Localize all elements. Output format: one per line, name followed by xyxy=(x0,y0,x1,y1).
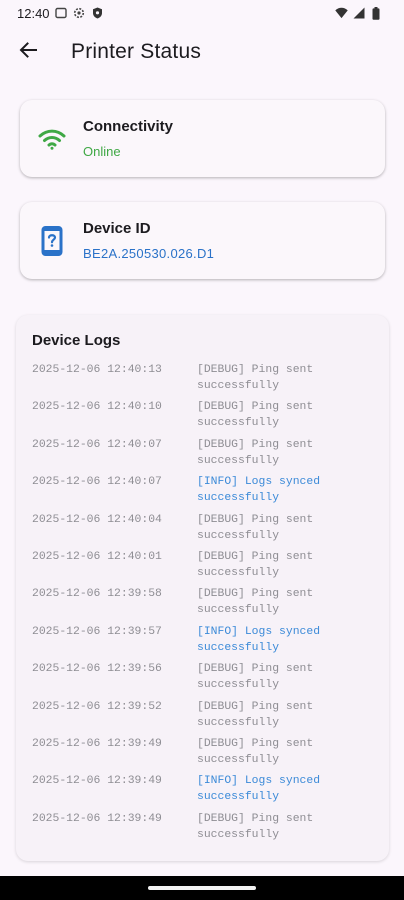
log-message: [DEBUG] Ping sent successfully xyxy=(197,438,314,467)
status-bar-right xyxy=(335,6,382,20)
connectivity-text: Connectivity Online xyxy=(83,118,173,159)
log-timestamp: 2025-12-06 12:39:49 xyxy=(32,737,162,750)
log-timestamp: 2025-12-06 12:39:57 xyxy=(32,625,162,638)
device-id-value: BE2A.250530.026.D1 xyxy=(83,246,215,261)
gesture-nav-bar xyxy=(0,876,404,900)
connectivity-card[interactable]: Connectivity Online xyxy=(20,100,385,177)
screen-record-icon xyxy=(55,7,68,20)
log-entry: 2025-12-06 12:39:49 [DEBUG] Ping sent suc… xyxy=(32,811,373,848)
log-message: [DEBUG] Ping sent successfully xyxy=(197,588,314,617)
log-message: [DEBUG] Ping sent successfully xyxy=(197,737,314,766)
device-id-text: Device ID BE2A.250530.026.D1 xyxy=(83,220,214,261)
log-timestamp: 2025-12-06 12:39:49 xyxy=(32,812,162,825)
log-message: [DEBUG] Ping sent successfully xyxy=(197,700,314,729)
log-timestamp: 2025-12-06 12:40:01 xyxy=(32,550,162,563)
log-timestamp: 2025-12-06 12:40:07 xyxy=(32,438,162,451)
log-message: [DEBUG] Ping sent successfully xyxy=(197,550,314,579)
device-logs-card: Device Logs 2025-12-06 12:40:13 [DEBUG] P… xyxy=(16,315,389,861)
back-button[interactable] xyxy=(4,28,52,76)
device-id-title: Device ID xyxy=(83,220,151,237)
status-bar: 12:40 xyxy=(0,0,404,26)
log-message: [INFO] Logs synced successfully xyxy=(197,476,321,505)
log-entry: 2025-12-06 12:40:07 [INFO] Logs synced su… xyxy=(32,474,373,511)
device-logs-title: Device Logs xyxy=(32,332,121,349)
shield-icon xyxy=(91,7,104,20)
log-message: [INFO] Logs synced successfully xyxy=(197,775,321,804)
log-timestamp: 2025-12-06 12:40:10 xyxy=(32,401,162,414)
log-timestamp: 2025-12-06 12:40:07 xyxy=(32,476,162,489)
log-list[interactable]: 2025-12-06 12:40:13 [DEBUG] Ping sent suc… xyxy=(32,362,373,848)
page-title: Printer Status xyxy=(71,40,202,63)
log-entry: 2025-12-06 12:39:49 [INFO] Logs synced su… xyxy=(32,773,373,810)
log-message: [DEBUG] Ping sent successfully xyxy=(197,513,314,542)
wifi-icon xyxy=(37,124,67,154)
log-timestamp: 2025-12-06 12:39:58 xyxy=(32,588,162,601)
log-message: [DEBUG] Ping sent successfully xyxy=(197,401,314,430)
log-message: [INFO] Logs synced successfully xyxy=(197,625,321,654)
log-entry: 2025-12-06 12:40:01 [DEBUG] Ping sent suc… xyxy=(32,549,373,586)
log-entry: 2025-12-06 12:40:07 [DEBUG] Ping sent suc… xyxy=(32,437,373,474)
app-bar: Printer Status xyxy=(0,26,404,78)
device-unknown-icon xyxy=(37,225,67,256)
log-entry: 2025-12-06 12:39:57 [INFO] Logs synced su… xyxy=(32,624,373,661)
status-bar-left: 12:40 xyxy=(17,6,104,21)
log-timestamp: 2025-12-06 12:39:52 xyxy=(32,700,162,713)
log-timestamp: 2025-12-06 12:40:04 xyxy=(32,513,162,526)
cell-signal-icon xyxy=(352,7,365,20)
log-timestamp: 2025-12-06 12:39:49 xyxy=(32,775,162,788)
device-id-card[interactable]: Device ID BE2A.250530.026.D1 xyxy=(20,202,385,279)
log-message: [DEBUG] Ping sent successfully xyxy=(197,812,314,841)
arrow-back-icon xyxy=(19,41,37,63)
log-entry: 2025-12-06 12:39:56 [DEBUG] Ping sent suc… xyxy=(32,661,373,698)
log-entry: 2025-12-06 12:40:10 [DEBUG] Ping sent suc… xyxy=(32,399,373,436)
log-message: [DEBUG] Ping sent successfully xyxy=(197,364,314,392)
clock: 12:40 xyxy=(17,5,50,21)
log-timestamp: 2025-12-06 12:40:13 xyxy=(32,364,162,376)
log-entry: 2025-12-06 12:40:13 [DEBUG] Ping sent suc… xyxy=(32,362,373,399)
settings-gear-icon xyxy=(73,7,86,20)
home-handle[interactable] xyxy=(148,886,256,890)
log-entry: 2025-12-06 12:40:04 [DEBUG] Ping sent suc… xyxy=(32,512,373,549)
log-entry: 2025-12-06 12:39:52 [DEBUG] Ping sent suc… xyxy=(32,699,373,736)
connectivity-status: Online xyxy=(83,144,121,159)
log-entry: 2025-12-06 12:39:49 [DEBUG] Ping sent suc… xyxy=(32,736,373,773)
log-message: [DEBUG] Ping sent successfully xyxy=(197,663,314,692)
connectivity-title: Connectivity xyxy=(83,118,174,135)
log-entry: 2025-12-06 12:39:58 [DEBUG] Ping sent suc… xyxy=(32,586,373,623)
battery-icon xyxy=(369,6,382,20)
wifi-signal-icon xyxy=(335,7,348,20)
log-timestamp: 2025-12-06 12:39:56 xyxy=(32,663,162,676)
